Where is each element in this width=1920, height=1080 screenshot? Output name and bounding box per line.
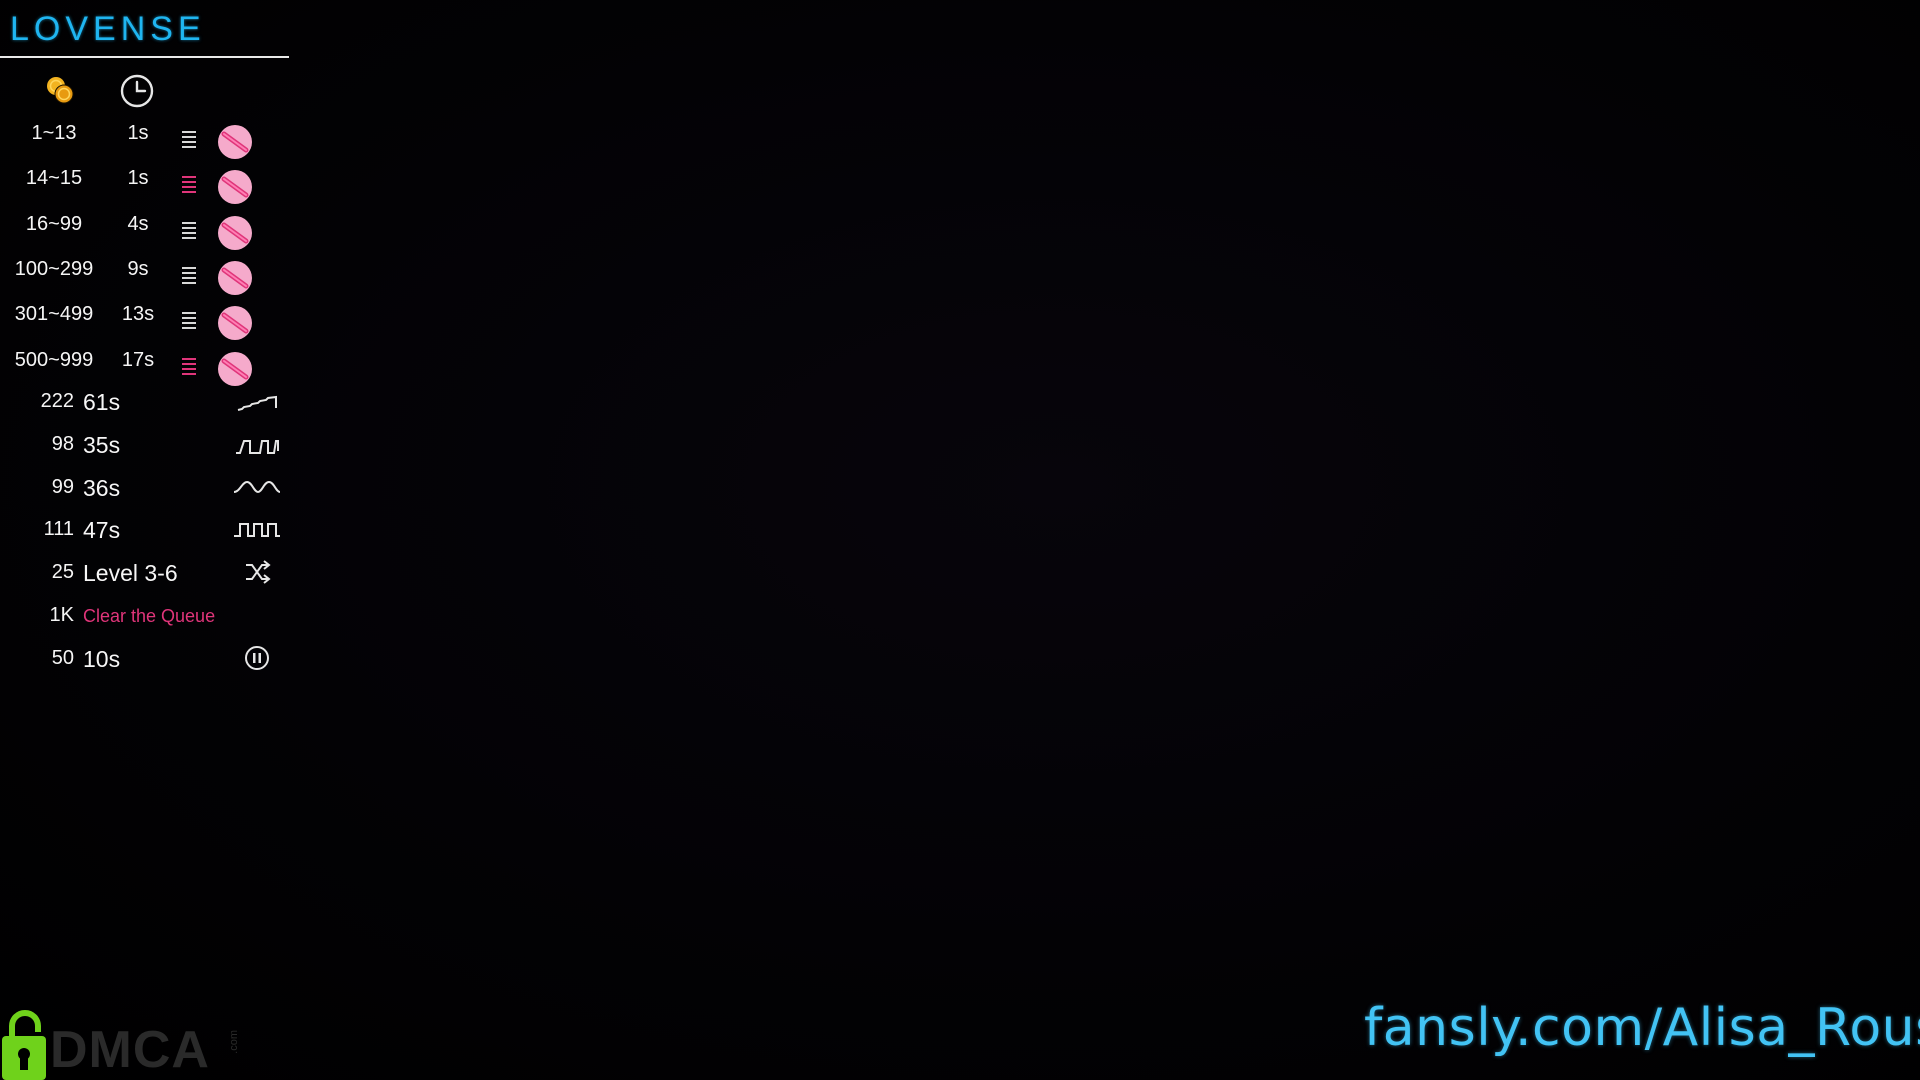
intensity-bars-icon <box>182 130 196 148</box>
tip-duration: 1s <box>127 122 149 144</box>
command-tip-amount: 50 <box>51 647 74 669</box>
command-label: 10s <box>83 646 121 672</box>
tip-range: 1~13 <box>31 122 77 144</box>
command-label: Level 3-6 <box>83 560 178 586</box>
pulse-pattern-icon <box>232 429 282 459</box>
command-label: Clear the Queue <box>83 606 216 626</box>
tip-duration: 1s <box>127 167 149 189</box>
tip-duration: 9s <box>127 258 149 280</box>
command-tip-amount: 25 <box>51 561 74 583</box>
lovense-logo: LOVENSE <box>10 8 280 50</box>
command-tip-amount: 222 <box>40 390 74 412</box>
padlock-icon <box>2 1010 46 1080</box>
intensity-bars-icon <box>182 311 196 329</box>
dmca-suffix: .com <box>228 1030 240 1054</box>
toy-icon <box>217 305 253 341</box>
video-frame: LOVENSE 1~13 1s 14~15 1s 16~99 4s 100~299 9s 301… <box>0 0 1920 1080</box>
command-label: 36s <box>83 475 121 501</box>
command-label: 61s <box>83 389 121 415</box>
lovense-tip-menu: LOVENSE 1~13 1s 14~15 1s 16~99 4s 100~299 9s 301… <box>0 0 290 690</box>
dmca-text: DMCA <box>50 1021 210 1079</box>
toy-icon <box>217 351 253 387</box>
tip-range: 301~499 <box>14 303 94 325</box>
intensity-bars-icon <box>182 175 196 193</box>
square-wave-pattern-icon <box>232 514 282 544</box>
shuffle-icon <box>232 557 282 587</box>
toy-icon <box>217 215 253 251</box>
command-tip-amount: 99 <box>51 476 74 498</box>
command-label: 35s <box>83 432 121 458</box>
tip-range: 16~99 <box>25 213 83 235</box>
intensity-bars-icon <box>182 266 196 284</box>
toy-icon <box>217 124 253 160</box>
toy-icon <box>217 260 253 296</box>
coins-icon <box>47 77 74 104</box>
tip-range: 14~15 <box>25 167 83 189</box>
intensity-bars-icon <box>182 221 196 239</box>
command-tip-amount: 111 <box>43 518 74 540</box>
clock-icon <box>120 74 154 108</box>
staircase-pattern-icon <box>232 386 282 416</box>
fansly-watermark: fansly.com/Alisa_Rousi <box>1364 998 1920 1058</box>
divider <box>0 56 289 58</box>
tip-range: 100~299 <box>14 258 94 280</box>
command-tip-amount: 1K <box>49 604 74 626</box>
pause-icon <box>232 643 282 673</box>
tip-duration: 13s <box>121 303 155 325</box>
tip-duration: 4s <box>127 213 149 235</box>
command-tip-amount: 98 <box>51 433 74 455</box>
lovense-logo-text: LOVENSE <box>10 10 206 48</box>
dmca-watermark: DMCA .com <box>0 1002 250 1080</box>
toy-icon <box>217 169 253 205</box>
wave-pattern-icon <box>232 472 282 502</box>
tip-range: 500~999 <box>14 349 94 371</box>
tip-duration: 17s <box>121 349 155 371</box>
command-label: 47s <box>83 517 121 543</box>
intensity-bars-icon <box>182 357 196 375</box>
